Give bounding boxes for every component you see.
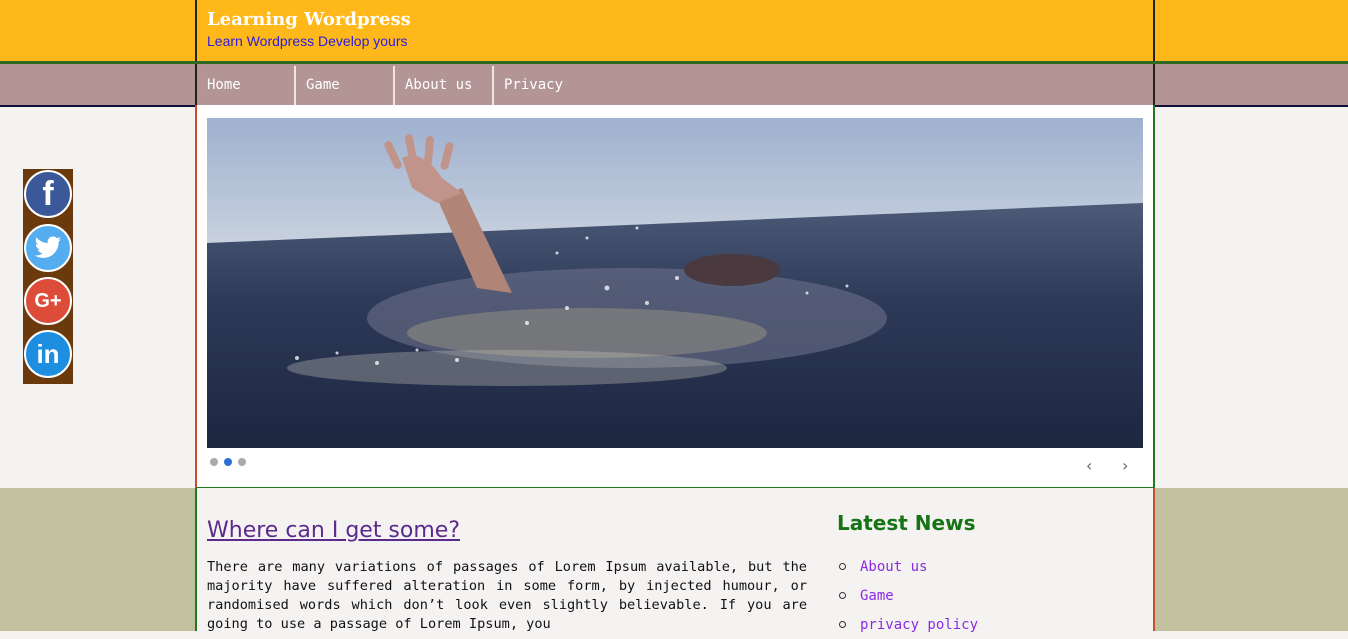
bullet-icon bbox=[839, 563, 846, 570]
slider-dot[interactable] bbox=[210, 458, 218, 466]
nav-item-about-us[interactable]: About us bbox=[395, 66, 494, 105]
news-link[interactable]: About us bbox=[860, 559, 927, 575]
nav-border-right bbox=[1153, 64, 1155, 105]
facebook-icon[interactable]: f bbox=[24, 170, 72, 218]
latest-news-list: About us Game privacy policy bbox=[837, 552, 978, 639]
linkedin-icon[interactable]: in bbox=[24, 330, 72, 378]
google-plus-icon[interactable]: G+ bbox=[24, 277, 72, 325]
slider-dot[interactable] bbox=[238, 458, 246, 466]
slider-dot-active[interactable] bbox=[224, 458, 232, 466]
latest-news-title: Latest News bbox=[837, 511, 976, 535]
social-share-bar: f G+ in bbox=[23, 169, 73, 384]
main-nav: Home Game About us Privacy bbox=[197, 66, 594, 105]
news-link[interactable]: privacy policy bbox=[860, 617, 978, 633]
header-border-left bbox=[195, 0, 197, 61]
site-tagline: Learn Wordpress Develop yours bbox=[207, 33, 408, 49]
bullet-icon bbox=[839, 621, 846, 628]
twitter-icon[interactable] bbox=[24, 224, 72, 272]
list-item[interactable]: privacy policy bbox=[837, 610, 978, 639]
site-title[interactable]: Learning Wordpress bbox=[207, 9, 411, 30]
slide-image bbox=[207, 118, 1143, 448]
nav-item-game[interactable]: Game bbox=[296, 66, 395, 105]
header-border-right bbox=[1153, 0, 1155, 61]
nav-item-privacy[interactable]: Privacy bbox=[494, 66, 594, 105]
chevron-left-icon[interactable]: ‹ bbox=[1086, 458, 1092, 474]
list-item[interactable]: About us bbox=[837, 552, 978, 581]
header-band bbox=[0, 0, 1348, 61]
post-title[interactable]: Where can I get some? bbox=[207, 518, 460, 543]
post-excerpt: There are many variations of passages of… bbox=[207, 559, 807, 632]
slider-dots bbox=[210, 458, 246, 466]
news-link[interactable]: Game bbox=[860, 588, 894, 604]
list-item[interactable]: Game bbox=[837, 581, 978, 610]
chevron-right-icon[interactable]: › bbox=[1122, 458, 1128, 474]
nav-item-home[interactable]: Home bbox=[197, 66, 296, 105]
bullet-icon bbox=[839, 592, 846, 599]
